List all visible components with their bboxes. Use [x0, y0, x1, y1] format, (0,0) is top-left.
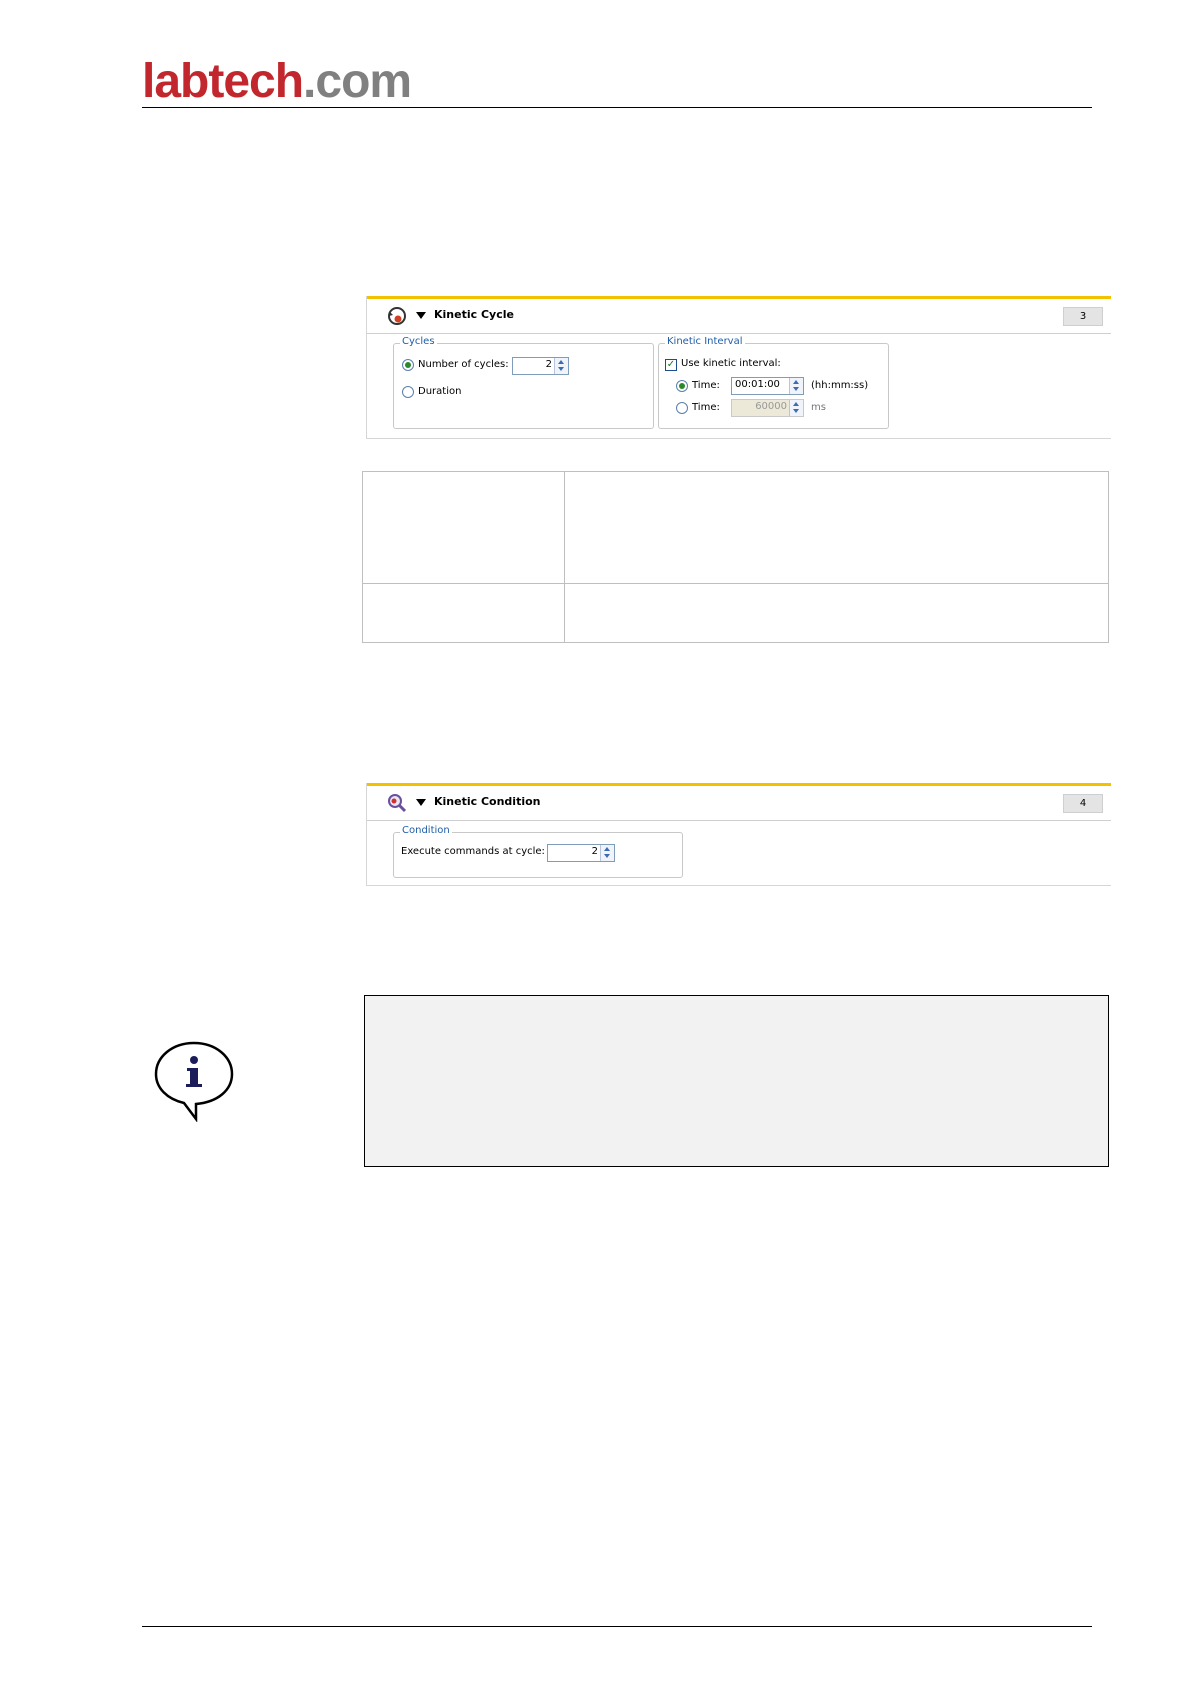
time-ms-unit: ms	[811, 402, 826, 413]
kinetic-cycle-icon	[388, 307, 406, 325]
execute-cycle-spinner[interactable]: 2	[547, 844, 615, 862]
magnifier-icon	[388, 794, 407, 813]
cycles-legend: Cycles	[400, 336, 437, 347]
number-of-cycles-radio[interactable]	[402, 359, 414, 371]
duration-label: Duration	[418, 386, 462, 397]
time-hms-radio[interactable]	[676, 380, 688, 392]
description-table-1	[362, 471, 1109, 643]
kinetic-interval-group: Kinetic Interval ✓ Use kinetic interval:…	[658, 336, 889, 429]
spinner-arrows-icon[interactable]	[789, 400, 803, 416]
step-number-badge: 4	[1063, 794, 1103, 813]
spinner-arrows-icon[interactable]	[554, 358, 568, 374]
time-hms-spinner[interactable]: 00:01:00	[731, 377, 804, 395]
kinetic-cycle-header[interactable]: Kinetic Cycle 3	[367, 299, 1111, 334]
labtech-logo: labtech.com	[142, 55, 412, 108]
use-kinetic-interval-label: Use kinetic interval:	[681, 358, 781, 369]
condition-legend: Condition	[400, 825, 452, 836]
time-hms-label: Time:	[692, 380, 720, 391]
condition-group: Condition Execute commands at cycle: 2	[393, 825, 683, 878]
table-cell	[362, 583, 565, 643]
footer-rule	[142, 1626, 1092, 1627]
info-note-box	[364, 995, 1109, 1167]
number-of-cycles-label: Number of cycles:	[418, 359, 509, 370]
collapse-arrow-icon[interactable]	[416, 312, 426, 319]
kinetic-cycle-panel: Kinetic Cycle 3 Cycles Number of cycles:…	[366, 296, 1111, 439]
number-of-cycles-spinner[interactable]: 2	[512, 357, 569, 375]
kinetic-condition-panel: Kinetic Condition 4 Condition Execute co…	[366, 783, 1111, 886]
cycles-group: Cycles Number of cycles: 2 Duration	[393, 336, 654, 429]
time-ms-radio[interactable]	[676, 402, 688, 414]
time-ms-label: Time:	[692, 402, 720, 413]
time-hms-unit: (hh:mm:ss)	[811, 380, 869, 391]
collapse-arrow-icon[interactable]	[416, 799, 426, 806]
execute-commands-label: Execute commands at cycle:	[401, 846, 545, 857]
table-row	[362, 583, 1109, 643]
kinetic-condition-header[interactable]: Kinetic Condition 4	[367, 786, 1111, 821]
spinner-arrows-icon[interactable]	[789, 378, 803, 394]
duration-radio[interactable]	[402, 386, 414, 398]
table-row	[362, 471, 1109, 584]
header-rule	[142, 107, 1092, 108]
table-cell	[564, 471, 1109, 584]
step-number-badge: 3	[1063, 307, 1103, 326]
time-ms-spinner[interactable]: 60000	[731, 399, 804, 417]
use-kinetic-interval-checkbox[interactable]: ✓	[665, 359, 677, 371]
kinetic-cycle-title: Kinetic Cycle	[434, 308, 514, 321]
info-speech-bubble-icon	[154, 1041, 234, 1122]
table-cell	[564, 583, 1109, 643]
table-cell	[362, 471, 565, 584]
spinner-arrows-icon[interactable]	[600, 845, 614, 861]
kinetic-condition-title: Kinetic Condition	[434, 795, 541, 808]
kinetic-interval-legend: Kinetic Interval	[665, 336, 745, 347]
